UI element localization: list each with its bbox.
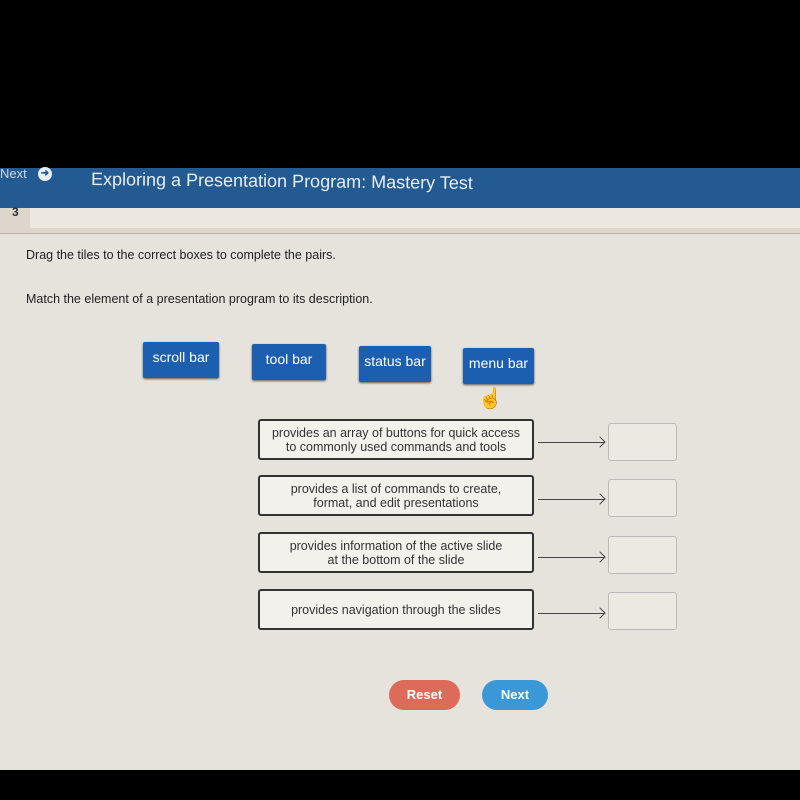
question-bar: 3	[0, 205, 800, 234]
header-bar: Next ➜ Exploring a Presentation Program:…	[0, 166, 800, 210]
drop-box-1[interactable]	[608, 423, 677, 461]
description-text: at the bottom of the slide	[327, 552, 465, 567]
tile-status-bar[interactable]: status bar	[359, 346, 431, 382]
question-number: 3	[12, 205, 19, 219]
description-text: provides information of the active slide	[289, 538, 503, 553]
drop-box-3[interactable]	[608, 536, 677, 574]
tile-menu-bar[interactable]: menu bar	[463, 348, 534, 384]
instruction-drag: Drag the tiles to the correct boxes to c…	[26, 248, 336, 262]
description-text: provides an array of buttons for quick a…	[271, 425, 521, 440]
description-text: to commonly used commands and tools	[285, 439, 507, 454]
tile-scroll-bar[interactable]: scroll bar	[143, 342, 219, 378]
arrow-right-circle-icon[interactable]: ➜	[38, 167, 52, 181]
description-4: provides navigation through the slides	[258, 589, 534, 630]
reset-button[interactable]: Reset	[389, 680, 460, 710]
description-text: format, and edit presentations	[313, 495, 479, 510]
description-text: provides a list of commands to create,	[290, 481, 502, 496]
screen: Next ➜ Exploring a Presentation Program:…	[0, 166, 800, 770]
description-3: provides information of the active slide…	[258, 532, 534, 573]
arrow-right-icon	[538, 442, 604, 443]
description-2: provides a list of commands to create, fo…	[258, 475, 534, 516]
description-1: provides an array of buttons for quick a…	[258, 419, 534, 460]
hand-cursor-icon: ☝	[478, 388, 503, 410]
header-next-link[interactable]: Next	[0, 166, 27, 181]
arrow-right-icon	[538, 499, 604, 500]
arrow-right-icon	[538, 613, 604, 614]
page-title: Exploring a Presentation Program: Master…	[90, 169, 473, 193]
drop-box-4[interactable]	[608, 592, 677, 630]
instruction-match: Match the element of a presentation prog…	[26, 292, 373, 306]
description-text: provides navigation through the slides	[291, 602, 501, 617]
next-button[interactable]: Next	[482, 680, 548, 710]
drop-box-2[interactable]	[608, 479, 677, 517]
arrow-right-icon	[538, 557, 604, 558]
question-strip	[30, 208, 800, 228]
tile-tool-bar[interactable]: tool bar	[252, 344, 326, 380]
